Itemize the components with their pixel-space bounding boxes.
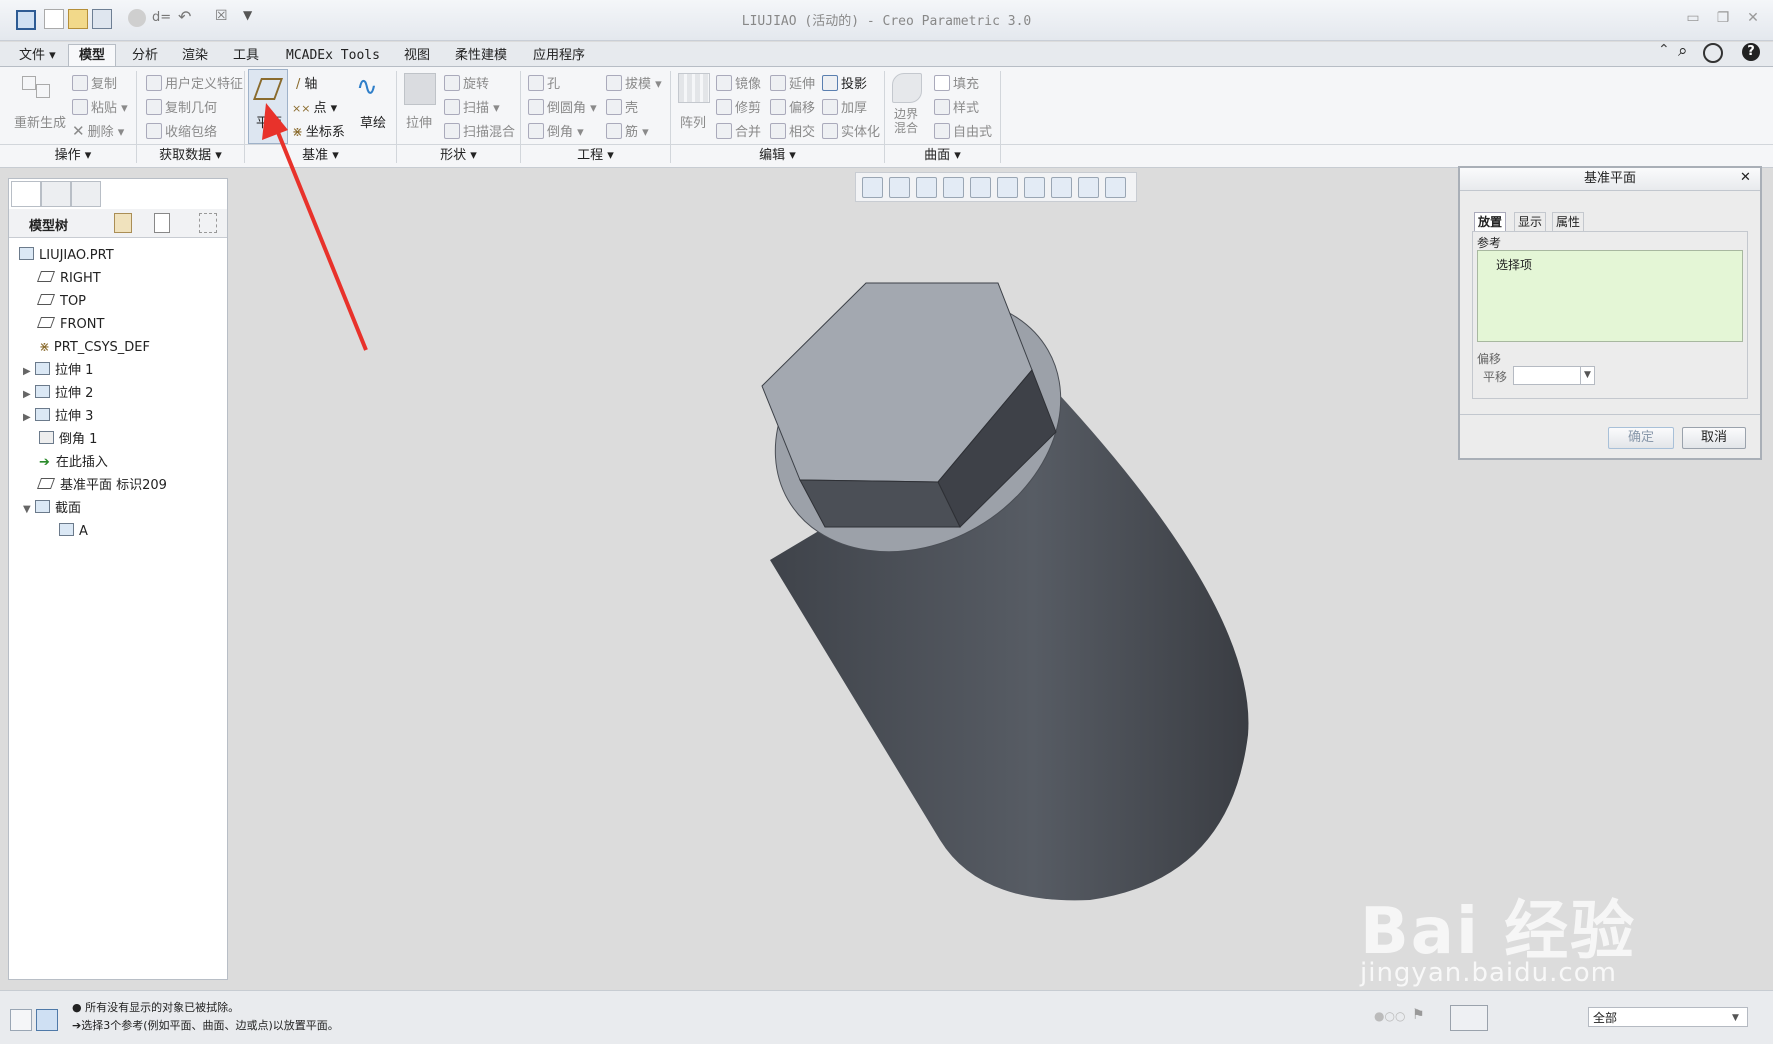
extrude-icon [35,362,50,375]
selection-filter-value: 全部 [1593,1011,1618,1025]
csys-icon: ⋇ [39,340,50,355]
tree-item-front[interactable]: FRONT [36,314,105,336]
expand-icon[interactable]: ▶ [23,361,35,383]
show-icon[interactable] [154,213,170,233]
chevron-down-icon[interactable]: ▼ [1732,1008,1739,1028]
tree-item-label: 拉伸 1 [55,363,94,378]
browser-toggle-icon[interactable] [36,1009,58,1031]
tree-item-label: FRONT [60,317,105,332]
datum-plane-icon [36,271,56,282]
tree-item-extrude-3[interactable]: ▶ 拉伸 3 [23,406,93,428]
references-collector[interactable]: 选择项 [1477,250,1743,342]
offset-label: 偏移 [1477,352,1502,366]
tree-item-csys[interactable]: ⋇ PRT_CSYS_DEF [39,337,150,359]
translate-input[interactable]: ▼ [1513,366,1595,385]
section-icon [35,500,50,513]
cancel-button[interactable]: 取消 [1682,427,1746,449]
annotation-display-icon[interactable] [1078,177,1099,198]
tree-item-section-a[interactable]: A [59,521,88,543]
datum-plane-icon [36,294,56,305]
datum-plane-dialog: 基准平面 ✕ 放置 显示 属性 参考 选择项 偏移 平移 ▼ 确定 取消 [1458,166,1762,460]
folder-browser-tab-icon[interactable] [41,181,71,207]
tree-item-datum-plane-209[interactable]: 基准平面 标识209 [36,475,167,497]
tab-display[interactable]: 显示 [1514,212,1547,232]
tree-item-label: 倒角 1 [59,432,98,447]
tree-item-label: RIGHT [60,271,101,286]
tree-item-insert-here[interactable]: ➔ 在此插入 [39,452,108,474]
tree-item-part[interactable]: LIUJIAO.PRT [19,245,114,267]
zoom-out-icon[interactable] [916,177,937,198]
tree-item-label: 截面 [55,501,82,516]
tree-item-label: LIUJIAO.PRT [39,248,114,263]
refit-icon[interactable] [862,177,883,198]
tree-item-right[interactable]: RIGHT [36,268,101,290]
collapse-icon[interactable]: ▼ [23,499,35,521]
hex-front-face [799,479,961,528]
watermark-url: jingyan.baidu.com [1360,958,1617,988]
navigator-tabs [11,181,103,207]
navigator-panel: 模型树 LIUJIAO.PRT RIGHT TOP FRONT ⋇ PRT_CSY… [8,178,228,980]
dialog-title: 基准平面 [1460,168,1760,191]
references-value: 选择项 [1496,258,1533,272]
chamfer-icon [39,431,54,444]
annotation-arrow [271,119,368,351]
filter-icon[interactable] [199,213,217,233]
placement-panel: 参考 选择项 偏移 平移 ▼ [1472,231,1748,399]
tree-item-extrude-2[interactable]: ▶ 拉伸 2 [23,383,93,405]
tree-item-label: TOP [60,294,87,309]
spin-center-icon[interactable] [1105,177,1126,198]
tree-item-top[interactable]: TOP [36,291,87,313]
datum-plane-icon [36,317,56,328]
translate-label: 平移 [1483,370,1508,384]
annotation-arrow-head [262,103,288,140]
datum-plane-icon [36,478,56,489]
saved-orientations-icon[interactable] [997,177,1018,198]
status-bar: ● 所有没有显示的对象已被拭除。 ➔选择3个参考(例如平面、曲面、边或点)以放置… [0,990,1773,1044]
message-line-1: ● 所有没有显示的对象已被拭除。 [72,1001,240,1014]
model-tree-header: 模型树 [9,209,227,238]
message-line-2: ➔选择3个参考(例如平面、曲面、边或点)以放置平面。 [72,1019,339,1032]
favorites-tab-icon[interactable] [71,181,101,207]
tree-item-label: 拉伸 2 [55,386,94,401]
ok-button[interactable]: 确定 [1608,427,1674,449]
chevron-down-icon[interactable]: ▼ [1580,367,1594,384]
flag-icon[interactable]: ⚑ [1412,1007,1425,1023]
view-manager-icon[interactable] [1024,177,1045,198]
view-toolbar [855,172,1137,202]
close-icon[interactable]: ✕ [1740,170,1751,185]
navigator-toggle-icon[interactable] [10,1009,32,1031]
tree-item-chamfer-1[interactable]: 倒角 1 [39,429,97,451]
tree-item-label: 拉伸 3 [55,409,94,424]
selection-filter-select[interactable]: 全部 ▼ [1588,1007,1748,1027]
dialog-divider [1460,414,1760,415]
tree-item-sections[interactable]: ▼ 截面 [23,498,81,520]
references-label: 参考 [1477,236,1502,250]
section-icon [59,523,74,536]
part-icon [19,247,34,260]
expand-icon[interactable]: ▶ [23,384,35,406]
tab-properties[interactable]: 属性 [1552,212,1585,232]
progress-icon: ●○○ [1374,1009,1406,1023]
extrude-icon [35,385,50,398]
repaint-icon[interactable] [943,177,964,198]
tree-item-label: 基准平面 标识209 [60,478,167,493]
extrude-icon [35,408,50,421]
tab-placement[interactable]: 放置 [1474,212,1507,232]
model-tree-tab-icon[interactable] [11,181,41,207]
display-style-icon[interactable] [970,177,991,198]
expand-icon[interactable]: ▶ [23,407,35,429]
tree-item-label: A [79,524,88,539]
tree-item-label: 在此插入 [55,455,108,470]
find-icon[interactable] [1450,1005,1488,1031]
model-tree-title: 模型树 [29,219,69,234]
zoom-in-icon[interactable] [889,177,910,198]
tree-item-extrude-1[interactable]: ▶ 拉伸 1 [23,360,93,382]
tree-item-label: PRT_CSYS_DEF [53,340,150,355]
settings-icon[interactable] [114,213,132,233]
insert-arrow-icon: ➔ [39,455,50,470]
datum-display-icon[interactable] [1051,177,1072,198]
